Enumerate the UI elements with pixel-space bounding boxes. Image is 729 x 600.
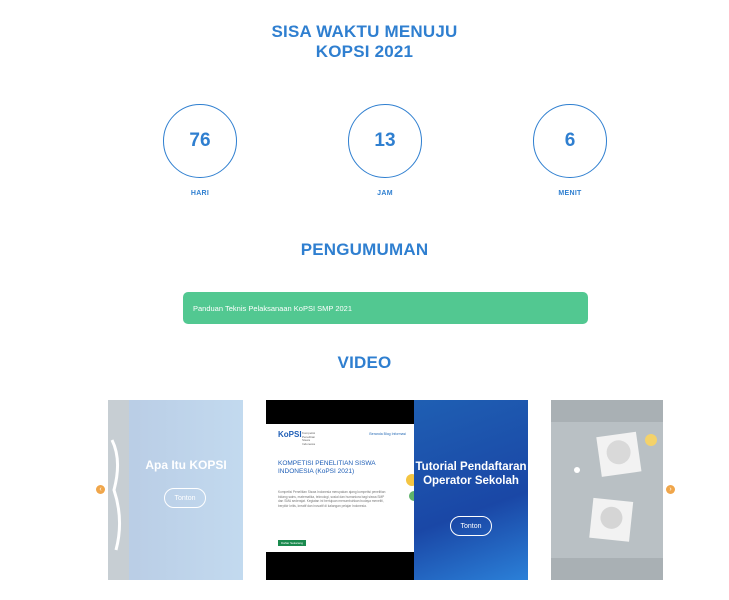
countdown-hours-value: 13 bbox=[374, 130, 396, 151]
video-carousel: Apa Itu KOPSI Tonton KoPSI Kompetisi Pen… bbox=[108, 400, 663, 580]
countdown-minutes-value: 6 bbox=[564, 130, 576, 151]
video-slide-kopsi-website[interactable]: KoPSI Kompetisi Penelitian Siswa Indones… bbox=[266, 400, 414, 580]
countdown-title: SISA WAKTU MENUJU KOPSI 2021 bbox=[0, 22, 729, 62]
preview-paragraph: Kompetisi Penelitian Siswa Indonesia mer… bbox=[278, 490, 386, 508]
kopsi-logo-subtitle: Kompetisi Penelitian Siswa Indonesia bbox=[302, 431, 316, 446]
preview-illustration bbox=[406, 474, 414, 501]
countdown-title-line1: SISA WAKTU MENUJU bbox=[271, 22, 458, 41]
slide-caption: Tutorial Pendaftaran Operator Sekolah bbox=[415, 461, 527, 487]
kopsi-logo: KoPSI bbox=[278, 430, 302, 439]
slide-caption: Apa Itu KOPSI bbox=[145, 458, 227, 472]
slide-background-illustration bbox=[551, 400, 663, 580]
countdown-title-line2: KOPSI 2021 bbox=[315, 42, 414, 61]
video-slide-next[interactable] bbox=[551, 400, 663, 580]
video-slide-tutorial-pendaftaran[interactable]: Tutorial Pendaftaran Operator Sekolah To… bbox=[414, 400, 528, 580]
chevron-right-icon[interactable]: › bbox=[666, 485, 675, 494]
countdown-hours-circle: 13 bbox=[348, 104, 422, 178]
chevron-left-icon[interactable]: ‹ bbox=[96, 485, 105, 494]
countdown-days-label: HARI bbox=[190, 190, 210, 197]
preview-register-button: Daftar Sekarang bbox=[278, 540, 306, 546]
watch-button[interactable]: Tonton bbox=[164, 488, 206, 508]
announcement-link[interactable]: Panduan Teknis Pelaksanaan KoPSI SMP 202… bbox=[183, 292, 588, 324]
website-preview: KoPSI Kompetisi Penelitian Siswa Indones… bbox=[266, 424, 414, 552]
countdown-minutes-circle: 6 bbox=[533, 104, 607, 178]
video-slide-apa-itu-kopsi[interactable]: Apa Itu KOPSI Tonton bbox=[108, 400, 243, 580]
preview-heading: KOMPETISI PENELITIAN SISWA INDONESIA (Ko… bbox=[278, 460, 376, 475]
announcement-label: Panduan Teknis Pelaksanaan KoPSI SMP 202… bbox=[193, 303, 353, 313]
countdown-hours-label: JAM bbox=[377, 190, 393, 197]
watch-button[interactable]: Tonton bbox=[450, 516, 492, 536]
countdown-minutes-label: MENIT bbox=[558, 190, 582, 197]
announcements-title: PENGUMUMAN bbox=[300, 240, 429, 259]
video-title: VIDEO bbox=[337, 353, 392, 372]
countdown-days-value: 76 bbox=[189, 130, 211, 151]
preview-nav: Beranda Blog Informasi bbox=[369, 432, 406, 436]
countdown-days-circle: 76 bbox=[163, 104, 237, 178]
slide-background-illustration bbox=[108, 400, 129, 580]
